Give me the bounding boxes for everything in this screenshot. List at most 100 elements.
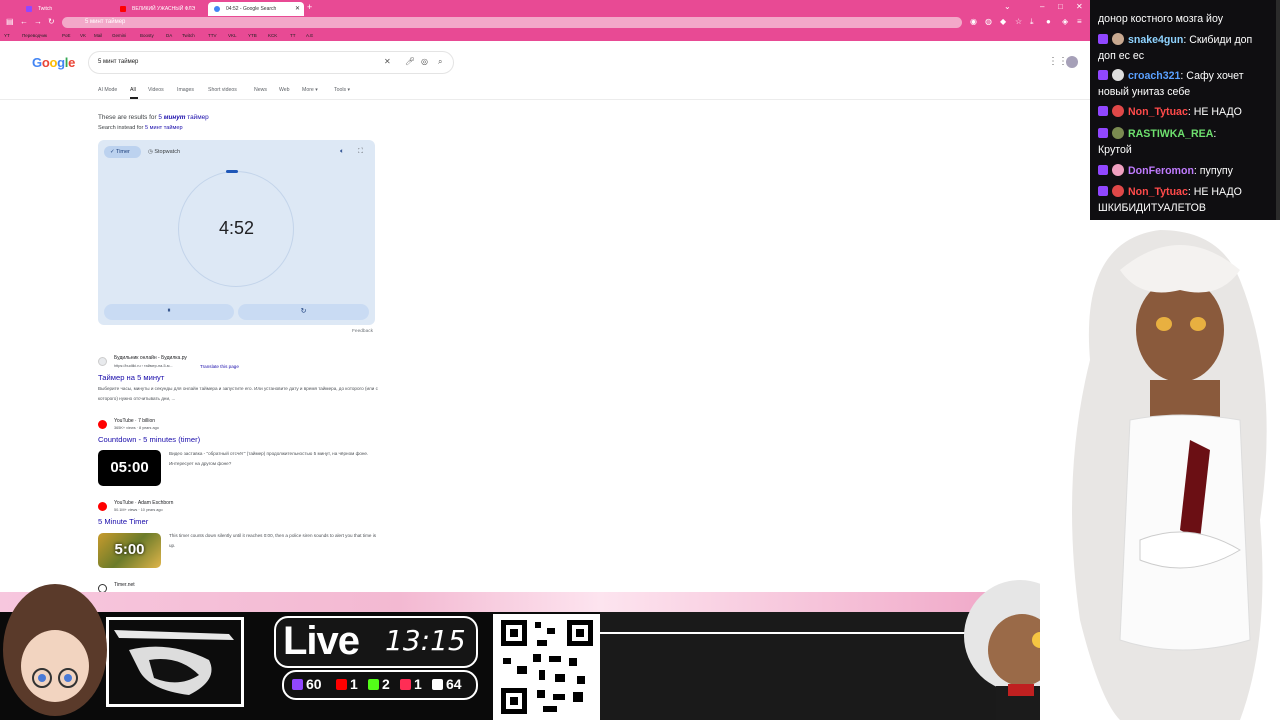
- new-tab-button[interactable]: +: [307, 2, 312, 12]
- username[interactable]: Non_Tytuac: [1128, 106, 1188, 118]
- close-window-icon[interactable]: ✕: [1076, 2, 1083, 11]
- result-snippet: Выберите часы, минуты и секунды для онла…: [98, 386, 378, 401]
- result-title[interactable]: Таймер на 5 минут: [98, 373, 164, 382]
- microphone-icon[interactable]: 🎤︎: [405, 57, 415, 66]
- fullscreen-icon[interactable]: ⛶: [358, 148, 363, 156]
- bookmark-item[interactable]: DA: [166, 33, 172, 38]
- bookmark-item[interactable]: KCK: [268, 33, 277, 38]
- chat-scrollbar[interactable]: [1276, 0, 1280, 220]
- feedback-link[interactable]: Feedback: [352, 329, 373, 334]
- username[interactable]: RASTIWKA_REA: [1128, 128, 1213, 140]
- sub-badge-icon: [1098, 128, 1108, 138]
- tab-google-search[interactable]: 04:52 - Google Search ✕: [208, 2, 304, 16]
- tab-ai-mode[interactable]: AI Mode: [98, 87, 117, 93]
- chat-message: Non_Tytuac: НЕ НАДО: [1098, 185, 1242, 198]
- bookmark-item[interactable]: Boosty: [140, 33, 154, 38]
- result-title[interactable]: 5 Minute Timer: [98, 517, 148, 526]
- result-site-name[interactable]: Timer.net: [114, 582, 135, 588]
- bookmark-item[interactable]: YT: [4, 33, 10, 38]
- translate-link[interactable]: Translate this page: [200, 364, 239, 369]
- bookmark-item[interactable]: VK: [80, 33, 86, 38]
- maximize-icon[interactable]: □: [1058, 2, 1063, 11]
- viewer-count: 60: [306, 676, 322, 692]
- address-bar[interactable]: [62, 17, 962, 28]
- reload-icon[interactable]: ↻: [48, 17, 55, 26]
- bookmark-item[interactable]: PoE: [62, 33, 71, 38]
- avatar[interactable]: [1066, 56, 1078, 68]
- tab-videos[interactable]: Videos: [148, 87, 164, 93]
- tab-news[interactable]: News: [254, 87, 267, 93]
- search-icon[interactable]: ⌕: [438, 57, 442, 67]
- tab-bar: Twitch ВЕЛИКИЙ УЖАСНЫЙ ФЛЭ 04:52 - Googl…: [0, 0, 1090, 16]
- results-for-bold[interactable]: минут: [164, 114, 186, 121]
- star-icon[interactable]: ☆: [1015, 17, 1022, 26]
- bookmark-item[interactable]: TTV: [208, 33, 217, 38]
- search-input[interactable]: 5 минт таймер: [98, 59, 138, 65]
- chevron-down-icon[interactable]: ⌄: [1004, 2, 1011, 11]
- tab-more[interactable]: More ▾: [302, 87, 318, 93]
- clear-icon[interactable]: ✕: [384, 57, 391, 66]
- tab-images[interactable]: Images: [177, 87, 194, 93]
- chat-message-cont: новый унитаз себе: [1098, 86, 1190, 98]
- tab-youtube[interactable]: ВЕЛИКИЙ УЖАСНЫЙ ФЛЭ: [114, 2, 206, 16]
- results-for-suffix[interactable]: таймер: [187, 114, 208, 121]
- result-site-name[interactable]: Будильник онлайн - Будилка.ру: [114, 355, 187, 361]
- timer-chip[interactable]: ✓ Timer: [104, 146, 141, 158]
- result-site-name[interactable]: YouTube · 7 billion: [114, 418, 155, 424]
- username[interactable]: snake4gun: [1128, 34, 1183, 46]
- camera-frame: [106, 617, 244, 707]
- translate-icon[interactable]: ◍: [985, 17, 992, 26]
- bookmark-item[interactable]: TT: [290, 33, 296, 38]
- tab-tools[interactable]: Tools ▾: [334, 87, 350, 93]
- search-instead-link[interactable]: 5 минт таймер: [145, 125, 183, 131]
- bookmark-item[interactable]: VKL: [228, 33, 237, 38]
- tab-all[interactable]: All: [130, 87, 136, 93]
- overlay-banner: [600, 612, 1000, 720]
- extension-icon[interactable]: ◉: [970, 17, 977, 26]
- youtube-favicon-icon: [120, 6, 126, 12]
- bookmark-item[interactable]: Twitch: [182, 33, 195, 38]
- bookmark-item[interactable]: Переводчик: [22, 33, 47, 38]
- user-avatar: [1112, 33, 1124, 45]
- result-url[interactable]: https://budilki.ru › таймер-на-5-м...: [114, 364, 173, 368]
- chat-message-cont: ШКИБИДИТУАЛЕТОВ: [1098, 202, 1206, 214]
- tab-twitch[interactable]: Twitch: [20, 2, 112, 16]
- username[interactable]: DonFeromon: [1128, 165, 1194, 177]
- username[interactable]: croach321: [1128, 70, 1180, 82]
- video-thumbnail[interactable]: 05:00: [98, 450, 161, 486]
- username[interactable]: Non_Tytuac: [1128, 186, 1188, 198]
- bookmark-item[interactable]: Mail: [94, 33, 102, 38]
- tab-short-videos[interactable]: Short videos: [208, 87, 237, 93]
- extension-icon-2[interactable]: ◆: [1000, 17, 1006, 26]
- search-box[interactable]: [88, 51, 454, 74]
- minimize-icon[interactable]: –: [1040, 2, 1044, 11]
- download-icon[interactable]: ⤓: [1030, 17, 1034, 27]
- result-site-name[interactable]: YouTube · Adam Eschborn: [114, 500, 173, 506]
- vk-live-icon: [400, 679, 411, 690]
- result-title[interactable]: Countdown - 5 minutes (timer): [98, 435, 200, 444]
- bookmark-item[interactable]: A.E: [306, 33, 313, 38]
- shield-icon[interactable]: ◈: [1062, 17, 1068, 26]
- reset-button[interactable]: ↻: [238, 304, 369, 320]
- menu-icon[interactable]: ≡: [1077, 17, 1082, 26]
- stopwatch-chip[interactable]: ◷ Stopwatch: [148, 149, 180, 155]
- bookmark-item[interactable]: YTB: [248, 33, 257, 38]
- google-logo[interactable]: Google: [32, 55, 75, 70]
- video-thumbnail[interactable]: 5:00: [98, 533, 161, 568]
- youtube-icon: [98, 502, 107, 511]
- camera-icon[interactable]: ◎: [421, 57, 428, 66]
- results-for-link[interactable]: 5: [158, 114, 162, 121]
- close-tab-icon[interactable]: ✕: [295, 5, 300, 12]
- user-avatar: [1112, 164, 1124, 176]
- address-bar-text[interactable]: 5 минт таймер: [85, 19, 125, 25]
- pause-button[interactable]: ⏸: [104, 304, 234, 320]
- sidebar-icon[interactable]: ▤: [6, 17, 14, 26]
- forward-icon[interactable]: →: [34, 17, 42, 26]
- speaker-icon[interactable]: 🔈︎: [340, 148, 344, 156]
- result-snippet: This timer counts down silently until it…: [169, 533, 377, 548]
- bookmark-item[interactable]: Gemini: [112, 33, 126, 38]
- back-icon[interactable]: ←: [20, 17, 28, 26]
- profile-icon[interactable]: ●: [1046, 17, 1051, 26]
- tab-web[interactable]: Web: [279, 87, 290, 93]
- apps-grid-icon[interactable]: ⋮⋮: [1048, 56, 1068, 67]
